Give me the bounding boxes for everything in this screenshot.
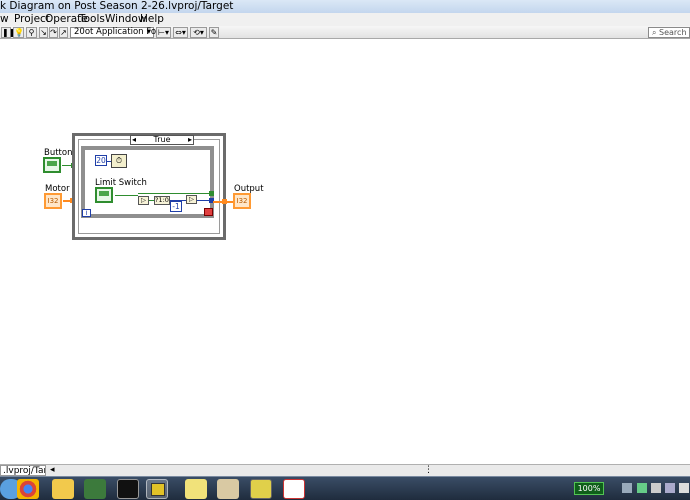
cleanup-diagram-icon[interactable]: ✎ xyxy=(209,27,219,38)
search-icon: ⌕ xyxy=(652,28,657,37)
not-function-icon[interactable]: ▷ xyxy=(138,196,149,205)
labview-logo-icon xyxy=(151,483,165,496)
distribute-objects-icon[interactable]: ⇔▾ xyxy=(173,27,188,38)
reorder-icon[interactable]: ⟲▾ xyxy=(190,27,207,38)
case-next-icon: ▸ xyxy=(187,135,192,144)
step-over-icon[interactable]: ↷ xyxy=(49,27,58,38)
sticky-notes-icon[interactable] xyxy=(185,479,207,499)
highlight-execution-icon[interactable]: 💡 xyxy=(13,27,24,38)
font-selector[interactable]: 20ot Application Font ▾ xyxy=(70,27,165,38)
bool-pass-wire xyxy=(138,193,210,194)
menu-tools[interactable]: Tools xyxy=(79,13,105,26)
chevron-down-icon: ▾ xyxy=(146,27,151,37)
case-selector-value: True xyxy=(153,135,171,144)
command-prompt-icon[interactable] xyxy=(117,479,139,499)
tray-flag-icon[interactable] xyxy=(651,483,661,493)
step-into-icon[interactable]: ↘ xyxy=(39,27,48,38)
tray-clock-icon[interactable] xyxy=(679,483,689,493)
negative-one-constant[interactable]: -1 xyxy=(170,201,182,212)
project-target-label: .lvproj/Target xyxy=(3,466,45,476)
block-diagram-canvas[interactable]: Button Motor I32 ◂ True ▸ i 20 ⏱ Limit S… xyxy=(0,40,690,464)
battery-indicator[interactable]: 100% xyxy=(574,482,604,495)
motor-type: I32 xyxy=(47,197,59,205)
retain-wire-values-icon[interactable]: ⚲ xyxy=(26,27,37,38)
search-placeholder: Search xyxy=(659,28,687,37)
bool-to-num-icon[interactable]: ?1:0 xyxy=(154,196,170,205)
project-status-bar: .lvproj/Target ◂ ⋮ xyxy=(0,464,690,476)
iteration-glyph: i xyxy=(85,209,88,217)
menu-help[interactable]: Help xyxy=(140,13,164,26)
limit-switch-terminal[interactable] xyxy=(95,187,113,203)
button-terminal[interactable] xyxy=(43,157,61,173)
file-explorer-icon[interactable] xyxy=(52,479,74,499)
tray-volume-icon[interactable] xyxy=(665,483,675,493)
loop-bool-tunnel xyxy=(209,191,214,196)
project-target-tab[interactable]: .lvproj/Target xyxy=(0,465,46,476)
window-title: k Diagram on Post Season 2-26.lvproj/Tar… xyxy=(0,0,234,12)
window-title-bar: k Diagram on Post Season 2-26.lvproj/Tar… xyxy=(0,0,690,13)
multiply-function-icon[interactable]: ▷ xyxy=(186,195,197,204)
font-selector-value: 20ot Application Font xyxy=(74,27,165,37)
tray-up-arrow-icon[interactable] xyxy=(622,483,632,493)
toolbar: ❚❚ 💡 ⚲ ↘ ↷ ↗ 20ot Application Font ▾ ⊢▾ … xyxy=(0,26,690,39)
wait-constant-value: 20 xyxy=(96,156,106,165)
search-input[interactable]: ⌕ Search xyxy=(648,27,690,38)
tray-network-icon[interactable] xyxy=(637,483,647,493)
frc-icon[interactable] xyxy=(283,479,305,499)
limit-switch-wire xyxy=(115,195,138,196)
status-arrow-left-icon[interactable]: ◂ xyxy=(50,465,55,476)
output-terminal[interactable]: I32 xyxy=(233,193,251,209)
labview-front-panel-icon[interactable] xyxy=(250,479,272,499)
search-magnifier-icon[interactable] xyxy=(217,479,239,499)
iteration-terminal: i xyxy=(82,209,91,217)
battery-percent: 100% xyxy=(577,484,601,493)
driver-station-icon[interactable] xyxy=(84,479,106,499)
taskbar: 100% xyxy=(0,476,690,500)
case-prev-icon: ◂ xyxy=(132,135,137,144)
pause-button[interactable]: ❚❚ xyxy=(1,27,15,38)
output-type: I32 xyxy=(236,197,248,205)
resize-grip-icon[interactable]: ⋮ xyxy=(424,465,433,476)
wait-ms-icon[interactable]: ⏱ xyxy=(111,154,127,168)
motor-terminal[interactable]: I32 xyxy=(44,193,62,209)
wait-constant[interactable]: 20 xyxy=(95,155,107,166)
stop-terminal-icon[interactable] xyxy=(204,208,213,216)
align-objects-icon[interactable]: ⊢▾ xyxy=(156,27,171,38)
negative-one-value: -1 xyxy=(172,202,180,211)
case-selector[interactable]: ◂ True ▸ xyxy=(130,135,194,145)
menu-view[interactable]: w xyxy=(0,13,9,26)
step-out-icon[interactable]: ↗ xyxy=(59,27,68,38)
menu-bar: w Project Operate Tools Window Help xyxy=(0,13,690,26)
labview-diagram-icon[interactable] xyxy=(146,479,168,499)
chrome-icon[interactable] xyxy=(17,479,39,499)
